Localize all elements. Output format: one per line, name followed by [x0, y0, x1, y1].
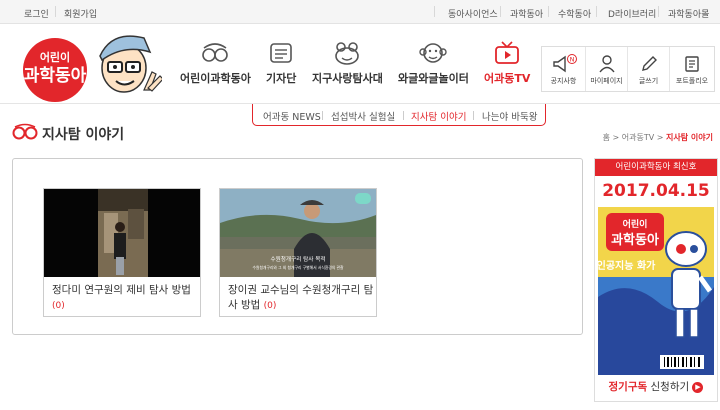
arrow-right-icon: ▶: [692, 381, 704, 393]
logo-text-small: 어린이: [40, 50, 70, 64]
tv-icon: [495, 41, 520, 64]
cover-logo-small: 어린이: [623, 218, 648, 230]
video-thumbnail[interactable]: [44, 189, 200, 277]
video-thumbnail[interactable]: 수원청개구리 탐사 목적 수원청개구리와 그 외 청개구리 구별해서 서식환경의…: [220, 189, 376, 277]
logo-text-big: 과학동아: [24, 66, 87, 86]
site-link-dongascience[interactable]: 동아사이언스: [448, 7, 498, 20]
subnav-item-jisatam[interactable]: 지사탐 이야기: [411, 109, 466, 123]
tool-label: 포트폴리오: [675, 77, 709, 85]
nav-label: 지구사랑탐사대: [312, 72, 383, 85]
nav-label: 와글와글놀이터: [398, 72, 469, 85]
signup-link[interactable]: 회원가입: [64, 7, 97, 20]
nav-label: 어과동TV: [484, 72, 531, 85]
divider: [500, 6, 501, 17]
issue-date: 2017.04.15: [602, 181, 710, 201]
video-caption: 수원청개구리 탐사 목적: [270, 255, 325, 263]
breadcrumb: 홈 > 어과동TV > 지사탐 이야기: [603, 132, 713, 143]
cover-logo-big: 과학동아: [611, 232, 659, 248]
tool-label: 마이페이지: [590, 77, 623, 85]
subscribe-link[interactable]: 정기구독 신청하기 ▶: [595, 379, 717, 394]
divider: [596, 6, 597, 17]
user-icon: [598, 55, 615, 73]
page-title: 지사탐 이야기: [42, 127, 125, 143]
user-tools: N 공지사항 마이페이지 글쓰기 포트폴리오: [541, 46, 715, 92]
nav-item-tv[interactable]: 어과동TV: [484, 40, 530, 86]
top-utility-bar: 로그인 회원가입 동아사이언스 과학동아 수학동아 D라이브러리 과학동아몰: [0, 0, 720, 24]
login-link[interactable]: 로그인: [24, 7, 49, 20]
breadcrumb-separator: >: [656, 133, 664, 142]
subnav-item-lab[interactable]: 섭섭박사 실험실: [331, 109, 395, 123]
video-title[interactable]: 정다미 연구원의 제비 탐사 방법: [52, 284, 191, 296]
subnav-item-baduk[interactable]: 나는야 바둑왕: [482, 109, 537, 123]
portfolio-icon: [685, 56, 699, 72]
site-link-dlibrary[interactable]: D라이브러리: [608, 7, 656, 20]
divider: [473, 111, 474, 120]
comment-count: (0): [263, 301, 277, 311]
breadcrumb-current: 지사탐 이야기: [666, 133, 713, 142]
mypage-button[interactable]: 마이페이지: [586, 47, 628, 91]
subscribe-bold-text: 정기구독: [608, 381, 648, 393]
goggles-title-icon: [12, 123, 38, 140]
megaphone-icon: N: [552, 54, 577, 73]
site-link-mathdonga[interactable]: 수학동아: [558, 7, 591, 20]
latest-issue-panel: 어린이과학동아 최신호 2017.04.15 어린이 과학동아 인공지능 화가: [594, 158, 718, 402]
write-button[interactable]: 글쓰기: [628, 47, 670, 91]
video-card[interactable]: 정다미 연구원의 제비 탐사 방법 (0): [43, 188, 201, 317]
latest-issue-header: 어린이과학동아 최신호: [595, 159, 717, 176]
goggles-icon: [202, 43, 229, 62]
divider: [322, 111, 323, 120]
reporter-badge-icon: [270, 43, 292, 63]
site-link-scidonga[interactable]: 과학동아: [510, 7, 543, 20]
mascot-boy-icon: [99, 35, 164, 93]
divider: [55, 6, 56, 17]
divider: [548, 6, 549, 17]
comment-count: (0): [52, 301, 65, 311]
magazine-cover[interactable]: 어린이 과학동아 인공지능 화가: [597, 207, 714, 375]
site-logo[interactable]: 어린이 과학동아: [12, 26, 164, 104]
nav-item-playground[interactable]: 와글와글놀이터: [398, 40, 469, 86]
nav-item-kids-science[interactable]: 어린이과학동아: [180, 40, 251, 86]
nav-label: 기자단: [266, 72, 297, 85]
video-caption-sub: 수원청개구리와 그 외 청개구리 구별해서 서식환경의 관찰: [252, 265, 344, 270]
notice-button[interactable]: N 공지사항: [542, 47, 586, 91]
tool-label: 글쓰기: [638, 77, 659, 85]
cover-headline: 인공지능 화가: [598, 259, 656, 272]
divider: [403, 111, 404, 120]
site-link-mall[interactable]: 과학동아몰: [668, 7, 709, 20]
subnav-item-news[interactable]: 어과동 NEWS: [263, 109, 321, 123]
divider: [658, 6, 659, 17]
new-badge: N: [569, 56, 574, 64]
monkey-icon: [419, 43, 448, 63]
portfolio-button[interactable]: 포트폴리오: [670, 47, 714, 91]
nav-label: 어린이과학동아: [180, 72, 251, 85]
pencil-icon: [641, 56, 657, 71]
breadcrumb-parent[interactable]: 어과동TV: [622, 133, 654, 142]
breadcrumb-separator: >: [612, 133, 620, 142]
divider: [434, 6, 435, 17]
tool-label: 공지사항: [550, 77, 577, 85]
nav-item-reporters[interactable]: 기자단: [266, 40, 296, 86]
sub-navigation: 어과동 NEWS 섭섭박사 실험실 지사탐 이야기 나는야 바둑왕: [252, 104, 546, 126]
video-card[interactable]: 수원청개구리 탐사 목적 수원청개구리와 그 외 청개구리 구별해서 서식환경의…: [219, 188, 377, 317]
subscribe-text: 신청하기: [647, 381, 690, 393]
frog-icon: [335, 42, 360, 65]
nav-item-earth-explorers[interactable]: 지구사랑탐사대: [312, 40, 383, 86]
breadcrumb-home[interactable]: 홈: [603, 133, 610, 142]
video-title[interactable]: 장이권 교수님의 수원청개구리 탐사 방법: [228, 284, 373, 311]
